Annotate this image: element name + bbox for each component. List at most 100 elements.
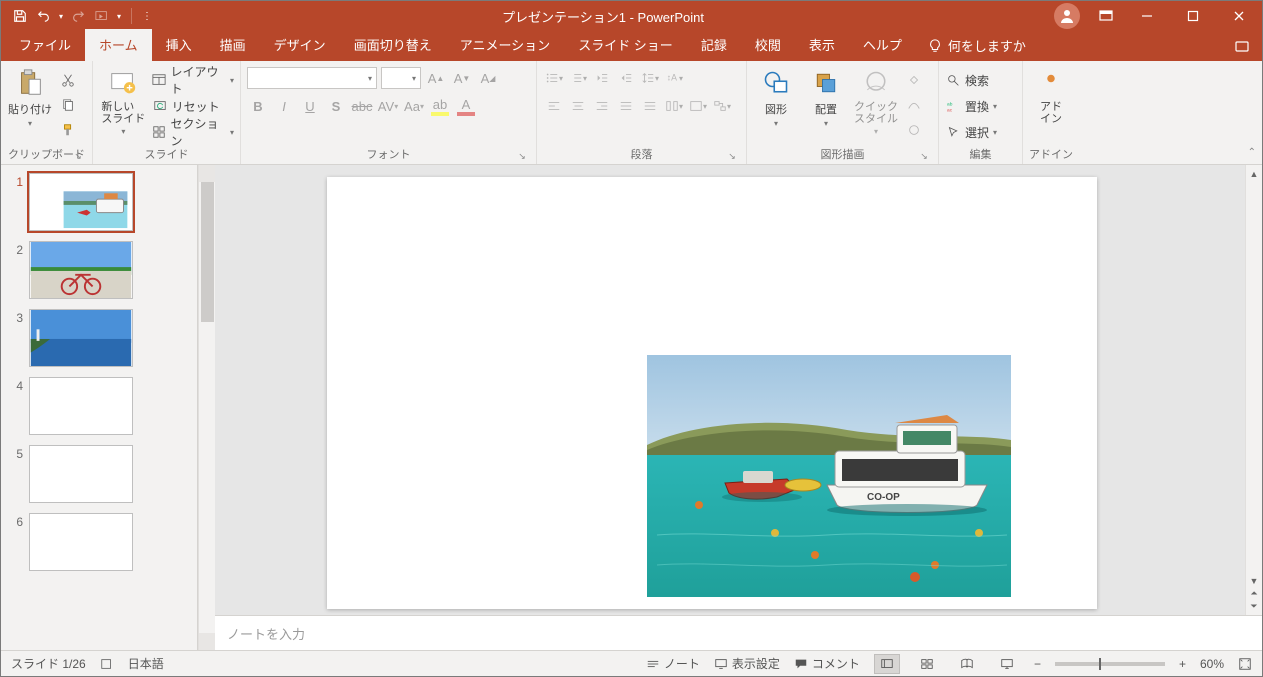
thumbnail-1[interactable]: 1 [5,173,193,231]
bullets-button[interactable]: ▾ [543,67,565,89]
font-size-combo[interactable]: ▾ [381,67,421,89]
quick-styles-button[interactable]: クイック スタイル▾ [853,67,899,136]
shape-effects-icon[interactable] [903,119,925,141]
strikethrough-button[interactable]: abc [351,95,373,117]
tab-insert[interactable]: 挿入 [152,29,206,61]
paragraph-launcher[interactable] [726,150,738,162]
layout-button[interactable]: レイアウト ▾ [152,69,234,91]
tell-me-search[interactable]: 何をしますか [916,30,1038,61]
bold-button[interactable]: B [247,95,269,117]
zoom-percent[interactable]: 60% [1200,657,1224,671]
slide-canvas[interactable]: CO-OP [215,165,1245,615]
collapse-ribbon-icon[interactable]: ⌃ [1248,147,1256,158]
char-spacing-button[interactable]: AV▾ [377,95,399,117]
format-painter-icon[interactable] [57,119,79,141]
line-spacing-icon[interactable]: ▾ [639,67,661,89]
highlight-button[interactable]: ab [429,95,451,117]
reset-button[interactable]: リセット [152,95,234,117]
shape-outline-icon[interactable] [903,94,925,116]
clipboard-launcher[interactable] [72,150,84,162]
slide-image-boat[interactable]: CO-OP [647,355,1011,597]
next-slide-icon[interactable]: ⏷ [1248,600,1261,613]
align-center-icon[interactable] [567,95,589,117]
align-left-icon[interactable] [543,95,565,117]
share-button[interactable] [1222,31,1262,61]
find-button[interactable]: 検索 [945,69,997,91]
tab-home[interactable]: ホーム [85,29,152,61]
text-direction-icon[interactable]: ↕A▾ [663,67,685,89]
zoom-slider[interactable] [1055,662,1165,666]
shapes-button[interactable]: 図形▾ [753,67,799,128]
smartart-icon[interactable]: ▾ [711,95,733,117]
increase-font-icon[interactable]: A▲ [425,67,447,89]
underline-button[interactable]: U [299,95,321,117]
arrange-button[interactable]: 配置▾ [803,67,849,128]
section-button[interactable]: セクション ▾ [152,121,234,143]
minimize-button[interactable] [1124,1,1170,31]
thumbnail-6[interactable]: 6 [5,513,193,571]
tab-slideshow[interactable]: スライド ショー [564,29,687,61]
justify-icon[interactable] [615,95,637,117]
tab-transitions[interactable]: 画面切り替え [340,29,446,61]
save-icon[interactable] [11,7,29,25]
slide[interactable]: CO-OP [327,177,1097,609]
select-button[interactable]: 選択 ▾ [945,121,997,143]
close-button[interactable] [1216,1,1262,31]
font-color-button[interactable]: A [455,95,477,117]
notes-toggle[interactable]: ノート [646,655,700,672]
italic-button[interactable]: I [273,95,295,117]
replace-button[interactable]: abac置換 ▾ [945,95,997,117]
redo-icon[interactable] [69,7,87,25]
increase-indent-icon[interactable] [615,67,637,89]
undo-icon[interactable] [35,7,53,25]
maximize-button[interactable] [1170,1,1216,31]
canvas-vscrollbar[interactable]: ▲ ▼ ⏶ ⏷ [1245,165,1262,615]
distribute-icon[interactable] [639,95,661,117]
zoom-in-button[interactable]: + [1179,657,1186,671]
align-text-icon[interactable]: ▾ [687,95,709,117]
paste-button[interactable]: 貼り付け ▾ [7,67,53,128]
reading-view-icon[interactable] [954,654,980,674]
change-case-button[interactable]: Aa▾ [403,95,425,117]
thumbnails-scrollbar[interactable] [198,165,215,650]
prev-slide-icon[interactable]: ⏶ [1248,587,1261,600]
clear-formatting-icon[interactable]: A◢ [477,67,499,89]
normal-view-icon[interactable] [874,654,900,674]
tab-review[interactable]: 校閲 [741,29,795,61]
shadow-button[interactable]: S [325,95,347,117]
zoom-out-button[interactable]: − [1034,657,1041,671]
align-right-icon[interactable] [591,95,613,117]
drawing-launcher[interactable] [918,150,930,162]
copy-icon[interactable] [57,94,79,116]
addins-button[interactable]: アド イン [1029,67,1073,125]
decrease-indent-icon[interactable] [591,67,613,89]
tab-animations[interactable]: アニメーション [446,29,564,61]
notes-pane[interactable]: ノートを入力 [215,615,1262,650]
tab-file[interactable]: ファイル [5,29,85,61]
new-slide-button[interactable]: 新しい スライド ▾ [99,67,148,136]
account-icon[interactable] [1054,3,1080,29]
tab-view[interactable]: 表示 [795,29,849,61]
thumbnail-5[interactable]: 5 [5,445,193,503]
thumbnail-3[interactable]: 3 [5,309,193,367]
slide-counter[interactable]: スライド 1/26 [11,655,86,672]
font-launcher[interactable] [516,150,528,162]
thumbnail-2[interactable]: 2 [5,241,193,299]
columns-icon[interactable]: ▾ [663,95,685,117]
slideshow-view-icon[interactable] [994,654,1020,674]
language-indicator[interactable]: 日本語 [128,655,164,672]
decrease-font-icon[interactable]: A▼ [451,67,473,89]
display-settings-button[interactable]: 表示設定 [714,655,780,672]
fit-to-window-icon[interactable] [1238,657,1252,671]
font-name-combo[interactable]: ▾ [247,67,377,89]
start-from-beginning-icon[interactable] [93,7,111,25]
numbering-button[interactable]: ▾ [567,67,589,89]
scroll-down-icon[interactable]: ▼ [1248,574,1261,587]
shape-fill-icon[interactable] [903,69,925,91]
tab-help[interactable]: ヘルプ [849,29,916,61]
scroll-up-icon[interactable]: ▲ [1248,167,1261,180]
comments-button[interactable]: コメント [794,655,860,672]
tab-record[interactable]: 記録 [687,29,741,61]
ribbon-display-options-icon[interactable] [1088,1,1124,31]
tab-design[interactable]: デザイン [260,29,340,61]
